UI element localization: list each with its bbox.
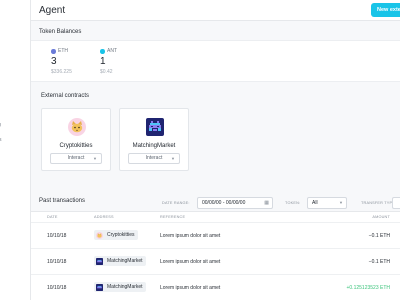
page-title: Agent (39, 5, 66, 16)
column-header-date: DATE (47, 215, 58, 219)
chevron-down-icon: ▼ (171, 156, 175, 161)
token-fiat-value: $336.225 (51, 69, 72, 75)
main-content: Agent New exte Token Balances ETH 3 $336… (31, 0, 400, 300)
row-date: 10/10/18 (47, 259, 67, 265)
contract-card-matchingmarket: MatchingMarket Interact ▼ (119, 108, 189, 171)
interact-dropdown[interactable]: Interact ▼ (50, 153, 102, 164)
ant-icon (100, 49, 105, 54)
column-header-amount: AMOUNT (372, 215, 390, 219)
app-header: Agent New exte (31, 0, 400, 21)
date-range-label: DATE RANGE: (162, 201, 190, 205)
sidebar-item[interactable]: g (0, 122, 1, 128)
invader-icon (96, 257, 103, 265)
contracts-title: External contracts (41, 93, 90, 99)
balances-title: Token Balances (39, 29, 82, 35)
interact-label: Interact (145, 155, 163, 161)
token-label: TOKEN: (285, 201, 301, 205)
token-fiat-value: $0.42 (100, 69, 113, 75)
interact-dropdown[interactable]: Interact ▼ (128, 153, 180, 164)
row-reference: Lorem ipsum dolor sit amet (160, 233, 221, 239)
token-amount: 3 (51, 56, 57, 67)
chevron-down-icon: ▼ (93, 156, 97, 161)
date-range-value: 00/00/00 - 00/00/00 (202, 200, 246, 206)
transfer-type-label: TRANSFER TYPE: (361, 201, 397, 205)
table-row[interactable]: 10/10/18 MatchingMarket Lorem ipsum dolo… (31, 248, 400, 274)
date-range-input[interactable]: 00/00/00 - 00/00/00 ▦ (197, 197, 273, 209)
contract-name: MatchingMarket (132, 143, 176, 149)
invader-icon (146, 118, 164, 136)
token-amount: 1 (100, 56, 106, 67)
calendar-icon: ▦ (264, 200, 269, 206)
cat-icon (96, 231, 103, 239)
cat-icon (68, 118, 86, 136)
table-row[interactable]: 10/10/18 MatchingMarket Lorem ipsum dolo… (31, 274, 400, 300)
row-amount: −0.1 ETH (368, 259, 390, 265)
address-name: MatchingMarket (107, 284, 143, 290)
sidebar-item[interactable]: s (0, 137, 2, 143)
row-amount: +0.125123523 ETH (346, 285, 390, 291)
chevron-down-icon: ▼ (339, 200, 343, 205)
transfer-type-select[interactable] (392, 197, 400, 209)
row-reference: Lorem ipsum dolor sit amet (160, 285, 221, 291)
table-row[interactable]: 10/10/18 Cryptokitties Lorem ipsum dolor… (31, 222, 400, 248)
transactions-table: DATE ADDRESS REFERENCE AMOUNT 10/10/18 C… (31, 211, 400, 300)
token-select-value: All (312, 200, 318, 206)
new-transfer-button[interactable]: New exte (371, 3, 400, 17)
transactions-title: Past transactions (39, 198, 86, 204)
interact-label: Interact (67, 155, 85, 161)
invader-icon (96, 283, 103, 291)
token-balances-card: ETH 3 $336.225 ANT 1 $0.42 (31, 40, 400, 82)
row-date: 10/10/18 (47, 233, 67, 239)
contract-name: Cryptokitties (59, 143, 93, 149)
row-amount: −0.1 ETH (368, 233, 390, 239)
row-date: 10/10/18 (47, 285, 67, 291)
token-select[interactable]: All ▼ (307, 197, 347, 209)
token-symbol: ANT (107, 48, 117, 54)
address-badge[interactable]: Cryptokitties (94, 230, 138, 240)
eth-icon (51, 49, 56, 54)
column-header-address: ADDRESS (94, 215, 114, 219)
token-symbol: ETH (58, 48, 68, 54)
contract-card-cryptokitties: Cryptokitties Interact ▼ (41, 108, 111, 171)
address-badge[interactable]: MatchingMarket (94, 256, 146, 266)
address-name: Cryptokitties (107, 232, 135, 238)
row-reference: Lorem ipsum dolor sit amet (160, 259, 221, 265)
column-header-reference: REFERENCE (160, 215, 186, 219)
sidebar: g s (0, 0, 31, 300)
address-badge[interactable]: MatchingMarket (94, 282, 146, 292)
address-name: MatchingMarket (107, 258, 143, 264)
